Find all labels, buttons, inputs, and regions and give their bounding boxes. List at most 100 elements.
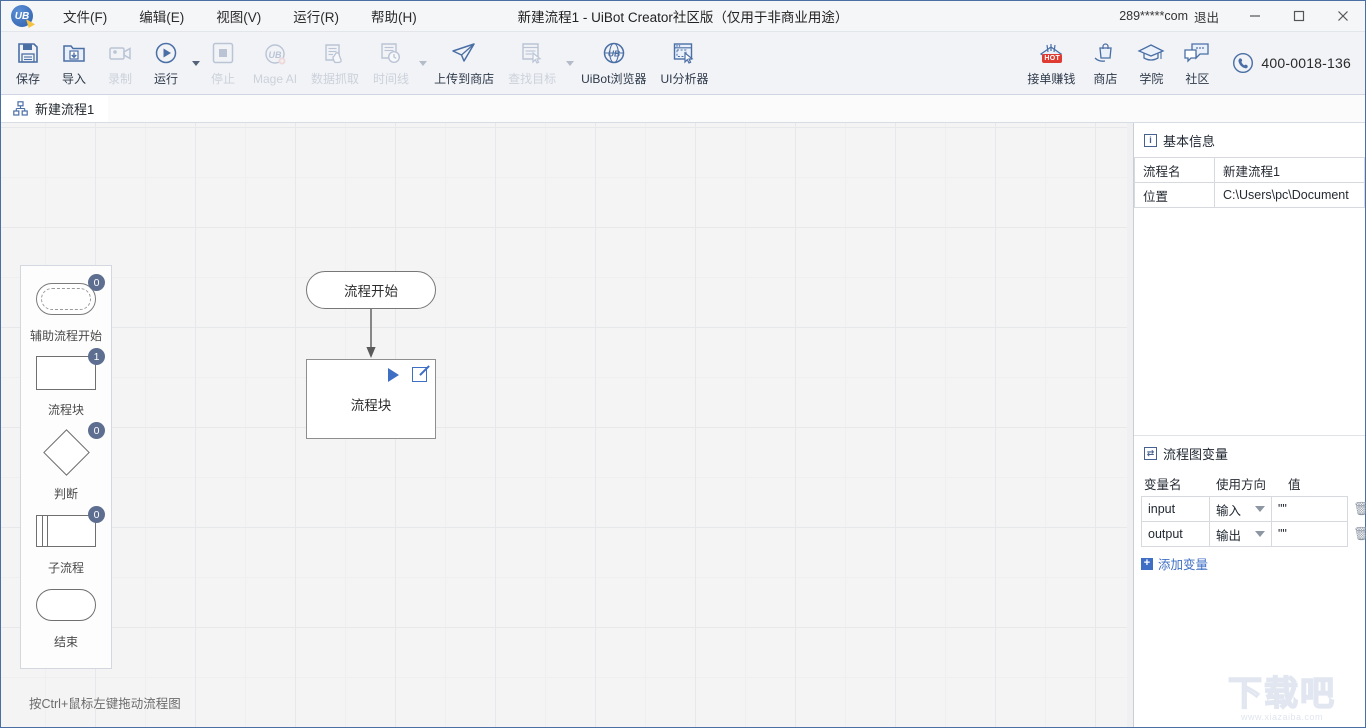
ui-analyzer-icon [671, 39, 697, 67]
menu-file[interactable]: 文件(F) [47, 2, 123, 30]
process-block-count-badge: 1 [88, 348, 105, 365]
process-block-label: 流程块 [47, 403, 84, 417]
subprocess-shape: 0 [26, 506, 106, 554]
process-block-shape: 1 [26, 348, 106, 396]
right-panel-spacer [1134, 573, 1365, 727]
trash-icon[interactable]: 🗑 [1353, 527, 1366, 541]
palette-item-subprocess[interactable]: 0 子流程 [20, 506, 112, 582]
tab-new-flow-1[interactable]: 新建流程1 [1, 95, 109, 122]
chevron-down-icon[interactable] [1255, 506, 1265, 512]
chevron-down-icon[interactable] [1255, 531, 1265, 537]
title-bar: UB 文件(F) 编辑(E) 视图(V) 运行(R) 帮助(H) 新建流程1 -… [1, 1, 1365, 32]
toolbar-find-target-wrap: 查找目标 [501, 34, 575, 92]
toolbar-store-button[interactable]: 商店 [1082, 34, 1128, 92]
toolbar-run-button[interactable]: 运行 [143, 34, 189, 92]
maximize-button[interactable] [1277, 1, 1321, 32]
add-variable-button[interactable]: + 添加变量 [1141, 554, 1365, 573]
palette-item-process-block[interactable]: 1 流程块 [20, 348, 112, 424]
flow-variables-section: ⇄ 流程图变量 变量名 使用方向 值 input 输入 "" 🗑 output … [1134, 436, 1366, 573]
toolbar-save-button[interactable]: 保存 [5, 34, 51, 92]
col-header-value: 值 [1288, 478, 1301, 492]
diamond-icon [42, 428, 90, 476]
terminal-icon [36, 589, 96, 621]
palette-item-decision[interactable]: 0 判断 [20, 422, 112, 508]
toolbar-stop-button[interactable]: 停止 [200, 34, 246, 92]
flow-node-start[interactable]: 流程开始 [306, 271, 436, 309]
aux-start-shape: 0 [26, 274, 106, 322]
trash-icon[interactable]: 🗑 [1353, 502, 1366, 516]
basic-info-value-location[interactable]: C:\Users\pc\Document [1214, 182, 1365, 208]
run-dropdown-caret-icon[interactable] [192, 60, 200, 66]
toolbar-data-scrape-label: 数据抓取 [311, 72, 360, 86]
basic-info-key-flowname: 流程名 [1134, 157, 1215, 183]
decision-count-badge: 0 [88, 422, 105, 439]
menu-edit[interactable]: 编辑(E) [123, 2, 200, 30]
menu-help[interactable]: 帮助(H) [355, 2, 433, 30]
palette-item-end[interactable]: 结束 [20, 582, 112, 656]
tab-strip: 新建流程1 [1, 95, 1365, 123]
col-header-name: 变量名 [1144, 478, 1182, 492]
toolbar-timeline-button[interactable]: 时间线 [366, 34, 416, 92]
flow-node-block[interactable]: 流程块 [306, 359, 436, 439]
canvas-vertical-scrollbar[interactable] [1127, 123, 1133, 727]
find-target-dropdown-caret-icon[interactable] [566, 60, 575, 66]
timeline-icon [378, 39, 404, 67]
var-name-output[interactable]: output [1141, 521, 1210, 547]
menu-view[interactable]: 视图(V) [200, 2, 277, 30]
toolbar-save-label: 保存 [15, 72, 40, 86]
toolbar-community-button[interactable]: 社区 [1174, 34, 1220, 92]
hot-badge: HOT [1042, 54, 1063, 63]
phone-icon [1233, 52, 1254, 74]
info-icon: i [1144, 134, 1157, 147]
menu-run[interactable]: 运行(R) [277, 2, 355, 30]
subprocess-label: 子流程 [47, 561, 84, 575]
mage-ai-icon: UB [262, 41, 288, 69]
toolbar-upload-store-button[interactable]: 上传到商店 [427, 34, 501, 92]
timeline-dropdown-caret-icon[interactable] [419, 60, 428, 66]
toolbar-store-label: 商店 [1093, 72, 1118, 86]
table-row: input 输入 "" 🗑 [1141, 496, 1366, 522]
toolbar-mage-ai-button[interactable]: UB Mage AI [246, 34, 304, 92]
toolbar-find-target-button[interactable]: 查找目标 [501, 34, 563, 92]
toolbar-stop-label: 停止 [210, 72, 235, 86]
toolbar-record-button[interactable]: 录制 [97, 34, 143, 92]
var-direction-output[interactable]: 输出 [1209, 521, 1272, 547]
import-icon [61, 39, 87, 67]
node-edit-icon[interactable] [412, 367, 427, 382]
toolbar-uibot-browser-label: UiBot浏览器 [581, 72, 647, 86]
node-run-icon[interactable] [388, 367, 399, 382]
main-area: 0 辅助流程开始 1 流程块 0 判断 0 子流程 结束 流程开始 流程块 按C… [1, 123, 1366, 727]
basic-info-table: 流程名 新建流程1 位置 C:\Users\pc\Document [1134, 157, 1365, 208]
var-direction-value: 输出 [1216, 528, 1242, 543]
toolbar-uibot-browser-button[interactable]: UB UiBot浏览器 [574, 34, 653, 92]
toolbar-data-scrape-button[interactable]: 数据抓取 [304, 34, 366, 92]
flow-variables-header: ⇄ 流程图变量 [1134, 436, 1365, 470]
toolbar-timeline-label: 时间线 [373, 72, 410, 86]
end-label: 结束 [53, 635, 78, 649]
toolbar-earn-money-button[interactable]: HOT 接单赚钱 [1020, 34, 1082, 92]
toolbar-earn-money-label: 接单赚钱 [1027, 72, 1076, 86]
var-name-input[interactable]: input [1141, 496, 1210, 522]
palette-item-aux-start[interactable]: 0 辅助流程开始 [20, 274, 112, 350]
close-button[interactable] [1321, 1, 1365, 32]
flowchart-canvas[interactable]: 0 辅助流程开始 1 流程块 0 判断 0 子流程 结束 流程开始 流程块 按C… [1, 123, 1134, 727]
store-icon [1092, 39, 1118, 67]
minimize-icon [1250, 15, 1260, 17]
var-value-output[interactable]: "" 🗑 [1271, 521, 1366, 547]
flow-node-start-label: 流程开始 [344, 284, 398, 299]
basic-info-header: i 基本信息 [1134, 123, 1365, 157]
basic-info-value-flowname[interactable]: 新建流程1 [1214, 157, 1365, 183]
var-value-input[interactable]: "" 🗑 [1271, 496, 1366, 522]
toolbar-community-label: 社区 [1185, 72, 1210, 86]
minimize-button[interactable] [1233, 1, 1277, 32]
flowchart-icon [13, 101, 28, 116]
canvas-hint-text: 按Ctrl+鼠标左键拖动流程图 [29, 697, 181, 711]
toolbar-ui-analyzer-button[interactable]: UI分析器 [653, 34, 715, 92]
subprocess-count-badge: 0 [88, 506, 105, 523]
toolbar-academy-button[interactable]: 学院 [1128, 34, 1174, 92]
toolbar-import-button[interactable]: 导入 [51, 34, 97, 92]
var-direction-input[interactable]: 输入 [1209, 496, 1272, 522]
end-shape [26, 582, 106, 628]
logout-button[interactable]: 退出 [1194, 7, 1219, 26]
account-label: 289*****com [1119, 9, 1188, 23]
